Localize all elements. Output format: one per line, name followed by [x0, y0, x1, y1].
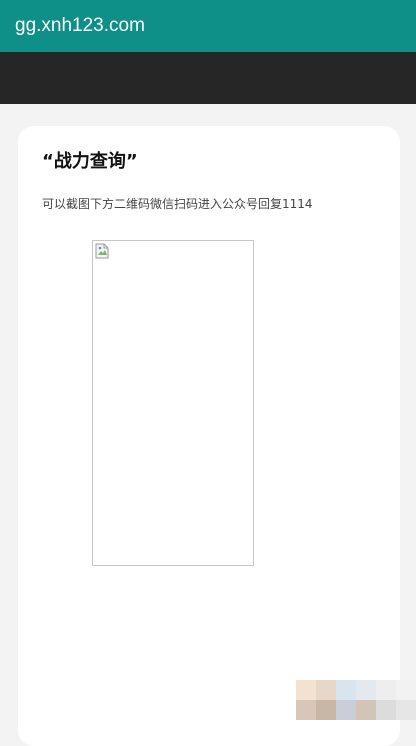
mosaic-cell [336, 700, 356, 720]
broken-image-icon [95, 243, 109, 259]
mosaic-cell [296, 700, 316, 720]
card-title: “战力查询” [42, 151, 138, 172]
mosaic-cell [316, 700, 336, 720]
card-description: 可以截图下方二维码微信扫码进入公众号回复1114 [42, 197, 313, 211]
mosaic-cell [376, 700, 396, 720]
mosaic-cell [356, 680, 376, 700]
mosaic-cell [316, 680, 336, 700]
mosaic-cell [336, 680, 356, 700]
mosaic-cell [376, 680, 396, 700]
pixelated-thumbnail-strip [296, 680, 416, 720]
url-text[interactable]: gg.xnh123.com [15, 13, 145, 39]
browser-address-bar[interactable]: gg.xnh123.com [0, 0, 416, 52]
content-card: “战力查询” 可以截图下方二维码微信扫码进入公众号回复1114 [18, 126, 400, 746]
qr-code-image [92, 240, 254, 566]
mosaic-cell [296, 680, 316, 700]
mosaic-cell [356, 700, 376, 720]
mosaic-cell [396, 680, 416, 700]
page-header-bar [0, 52, 416, 104]
mosaic-cell [396, 700, 416, 720]
